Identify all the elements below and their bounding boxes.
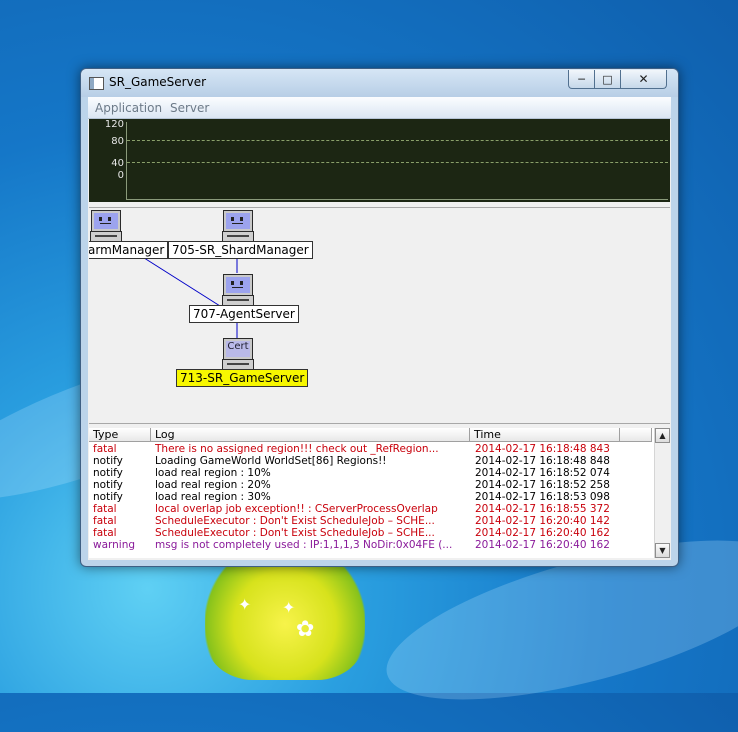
log-time-cell: 2014-02-17 16:18:48 843 — [475, 443, 610, 455]
node-label-game-server[interactable]: 713-SR_GameServer — [176, 369, 309, 387]
vertical-scrollbar[interactable]: ▲ ▼ — [654, 428, 671, 558]
y-tick-label: 0 — [117, 170, 124, 181]
table-row[interactable]: fatal There is no assigned region!!! chec… — [89, 443, 652, 455]
menu-server[interactable]: Server — [170, 101, 209, 115]
node-label-agent-server[interactable]: 707-AgentServer — [189, 305, 299, 323]
log-time-cell: 2014-02-17 16:20:40 162 — [475, 527, 610, 539]
log-type-cell: notify — [93, 479, 123, 491]
cert-monitor-icon[interactable]: Cert — [222, 338, 254, 370]
grid-line — [127, 140, 668, 141]
table-row[interactable]: warning msg is not completely used : IP:1… — [89, 539, 652, 551]
log-time-cell: 2014-02-17 16:18:53 098 — [475, 491, 610, 503]
monitor-face-icon[interactable] — [90, 210, 122, 242]
log-time-cell: 2014-02-17 16:18:52 074 — [475, 467, 610, 479]
grid-line — [127, 162, 668, 163]
log-message-cell: local overlap job exception!! : CServerP… — [155, 503, 438, 515]
monitor-face-icon[interactable] — [222, 210, 254, 242]
node-label-farm-manager[interactable]: armManager — [89, 241, 169, 259]
log-type-cell: notify — [93, 467, 123, 479]
table-row[interactable]: fatal local overlap job exception!! : CSe… — [89, 503, 652, 515]
column-header-filler — [620, 428, 652, 442]
table-row[interactable]: notify load real region : 10% 2014-02-17 1… — [89, 467, 652, 479]
log-type-cell: notify — [93, 455, 123, 467]
close-button[interactable]: ✕ — [620, 70, 667, 89]
menu-bar: Application Server — [88, 97, 671, 119]
log-message-cell: ScheduleExecutor : Don't Exist ScheduleJ… — [155, 527, 435, 539]
app-window: SR_GameServer ─ □ ✕ Application Server 1… — [80, 68, 679, 567]
log-time-cell: 2014-02-17 16:18:55 372 — [475, 503, 610, 515]
window-title: SR_GameServer — [109, 75, 207, 89]
y-tick-label: 80 — [111, 136, 124, 147]
log-message-cell: ScheduleExecutor : Don't Exist ScheduleJ… — [155, 515, 435, 527]
log-message-cell: Loading GameWorld WorldSet[86] Regions!! — [155, 455, 387, 467]
column-header-log[interactable]: Log — [151, 428, 470, 442]
app-icon[interactable] — [89, 77, 104, 90]
log-type-cell: fatal — [93, 443, 117, 455]
log-time-cell: 2014-02-17 16:18:48 848 — [475, 455, 610, 467]
log-list[interactable]: Type Log Time fatal There is no assigned … — [89, 428, 671, 558]
column-header-type[interactable]: Type — [89, 428, 151, 442]
title-bar[interactable]: SR_GameServer ─ □ ✕ — [81, 69, 678, 97]
log-message-cell: There is no assigned region!!! check out… — [155, 443, 439, 455]
monitor-face-icon[interactable] — [222, 274, 254, 306]
scroll-down-button[interactable]: ▼ — [655, 543, 670, 558]
sparkle-icon: ✿ — [296, 617, 315, 642]
table-row[interactable]: notify load real region : 20% 2014-02-17 1… — [89, 479, 652, 491]
table-row[interactable]: fatal ScheduleExecutor : Don't Exist Sche… — [89, 527, 652, 539]
log-message-cell: load real region : 30% — [155, 491, 271, 503]
y-tick-label: 120 — [104, 119, 124, 130]
graph-plot-area — [126, 122, 668, 200]
log-message-cell: msg is not completely used : IP:1,1,1,3 … — [155, 539, 453, 551]
log-time-cell: 2014-02-17 16:18:52 258 — [475, 479, 610, 491]
cert-icon-text: Cert — [227, 341, 249, 352]
log-type-cell: warning — [93, 539, 136, 551]
table-row[interactable]: fatal ScheduleExecutor : Don't Exist Sche… — [89, 515, 652, 527]
sparkle-icon: ✦ — [238, 595, 252, 614]
table-row[interactable]: notify load real region : 30% 2014-02-17 1… — [89, 491, 652, 503]
node-label-shard-manager[interactable]: 705-SR_ShardManager — [168, 241, 313, 259]
log-type-cell: notify — [93, 491, 123, 503]
sparkle-icon: ✦ — [282, 598, 296, 617]
log-type-cell: fatal — [93, 527, 117, 539]
column-header-time[interactable]: Time — [470, 428, 620, 442]
log-type-cell: fatal — [93, 503, 117, 515]
minimize-button[interactable]: ─ — [568, 70, 595, 89]
table-row[interactable]: notify Loading GameWorld WorldSet[86] Reg… — [89, 455, 652, 467]
topology-view[interactable]: armManager 705-SR_ShardManager 707-Agent… — [89, 207, 670, 424]
maximize-button[interactable]: □ — [594, 70, 621, 89]
client-area: Application Server 120 80 40 0 armManage… — [88, 97, 671, 560]
log-time-cell: 2014-02-17 16:20:40 162 — [475, 539, 610, 551]
menu-application[interactable]: Application — [95, 101, 162, 115]
log-message-cell: load real region : 10% — [155, 467, 271, 479]
log-time-cell: 2014-02-17 16:20:40 142 — [475, 515, 610, 527]
log-rows: fatal There is no assigned region!!! chec… — [89, 443, 652, 551]
log-type-cell: fatal — [93, 515, 117, 527]
y-tick-label: 40 — [111, 158, 124, 169]
log-message-cell: load real region : 20% — [155, 479, 271, 491]
scroll-up-button[interactable]: ▲ — [655, 428, 670, 443]
log-header: Type Log Time — [89, 428, 652, 443]
performance-graph: 120 80 40 0 — [89, 119, 670, 202]
